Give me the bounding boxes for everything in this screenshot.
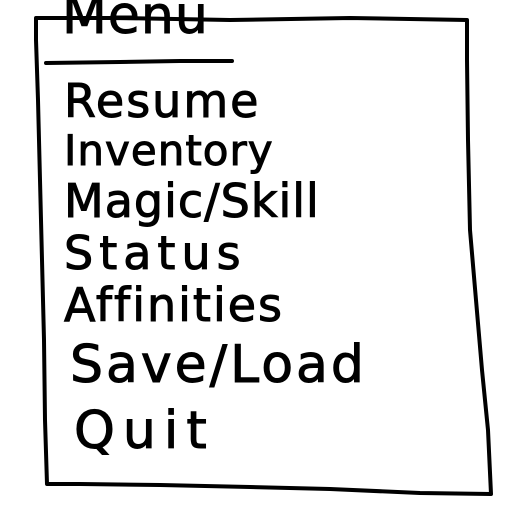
menu-item-status[interactable]: Status xyxy=(64,228,367,279)
menu-item-magic-skill[interactable]: Magic/Skill xyxy=(64,174,367,229)
menu-list: Resume Inventory Magic/Skill Status Affi… xyxy=(64,74,367,464)
menu-item-resume[interactable]: Resume xyxy=(64,74,367,129)
menu-item-affinities[interactable]: Affinities xyxy=(64,278,367,333)
menu-item-quit[interactable]: Quit xyxy=(64,398,367,464)
menu-item-save-load[interactable]: Save/Load xyxy=(64,332,367,398)
menu-item-inventory[interactable]: Inventory xyxy=(64,127,367,174)
menu-title: Menu xyxy=(62,0,209,46)
menu-screen: Menu Resume Inventory Magic/Skill Status… xyxy=(0,0,512,512)
